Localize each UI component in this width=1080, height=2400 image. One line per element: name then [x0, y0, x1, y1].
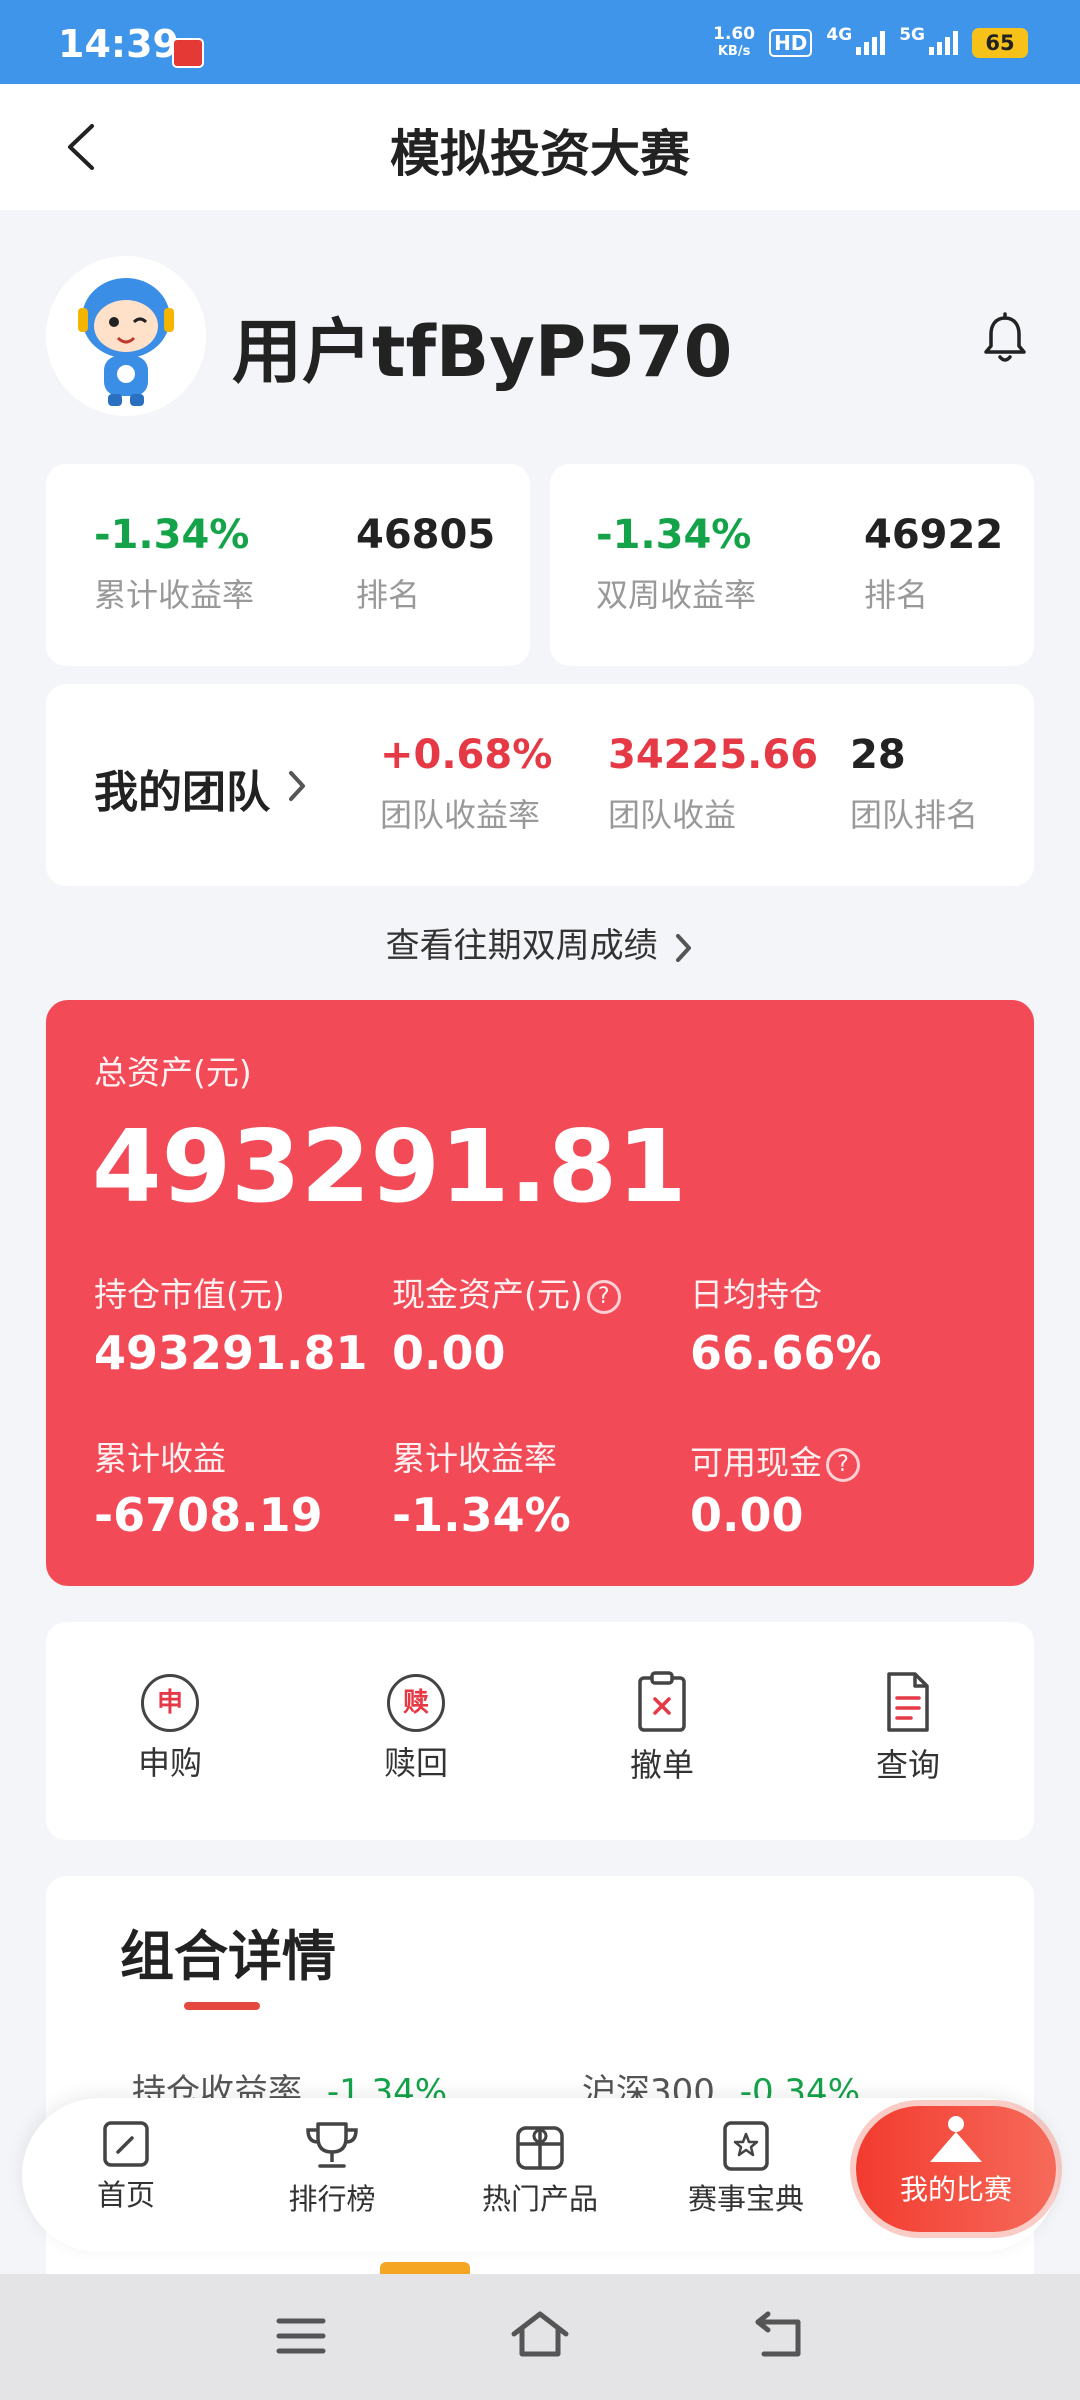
- cumulative-rank-value: 46805: [356, 512, 496, 558]
- team-profit-value: 34225.66: [608, 732, 819, 778]
- nav-guide-label: 赛事宝典: [687, 2182, 804, 2216]
- query-button[interactable]: 查询: [808, 1670, 1008, 1786]
- cancel-order-label: 撤单: [629, 1746, 694, 1784]
- help-icon[interactable]: ?: [826, 1447, 860, 1482]
- menu-icon[interactable]: [276, 2316, 326, 2356]
- team-profit-label: 团队收益: [608, 796, 737, 834]
- cancel-order-button[interactable]: 撤单: [562, 1670, 762, 1786]
- redeem-label: 赎回: [383, 1744, 448, 1782]
- network-speed: 1.60 KB/s: [713, 24, 756, 60]
- trophy-icon: [306, 2122, 358, 2168]
- redeem-icon: 赎: [387, 1674, 445, 1732]
- cumulative-rank-label: 排名: [356, 576, 421, 614]
- cash-assets-label: 现金资产(元): [392, 1275, 583, 1314]
- chevron-right-icon: [289, 771, 305, 801]
- holding-value: 493291.81: [94, 1326, 368, 1380]
- home-icon: [103, 2121, 149, 2167]
- my-team-title: 我的团队: [94, 767, 270, 818]
- nav-hot-products-label: 热门产品: [481, 2182, 598, 2216]
- subscribe-label: 申购: [137, 1744, 202, 1782]
- cumulative-profit-value: -6708.19: [94, 1488, 323, 1542]
- hd-voice-icon: HD: [769, 29, 813, 57]
- total-assets-label: 总资产(元): [94, 1053, 252, 1092]
- avatar[interactable]: [46, 256, 206, 416]
- home-button-icon[interactable]: [510, 2310, 570, 2360]
- subscribe-icon: 申: [141, 1674, 199, 1732]
- gift-box-icon: [516, 2126, 564, 2170]
- signal-5g-icon: [929, 31, 958, 55]
- team-rank-label: 团队排名: [850, 796, 979, 834]
- cumulative-profit-label: 累计收益: [94, 1439, 226, 1478]
- available-cash-label-wrap: 可用现金?: [690, 1436, 860, 1484]
- holding-value-label: 持仓市值(元): [94, 1275, 285, 1314]
- redeem-button[interactable]: 赎 赎回: [316, 1674, 516, 1784]
- tab-underline: [184, 2002, 260, 2010]
- nav-hot-products[interactable]: 热门产品: [460, 2120, 620, 2218]
- team-return-rate-value: +0.68%: [380, 732, 553, 778]
- history-results-label: 查看往期双周成绩: [385, 926, 658, 966]
- status-time: 14:39: [58, 22, 179, 66]
- chevron-right-icon: [676, 933, 692, 962]
- help-icon[interactable]: ?: [586, 1279, 621, 1314]
- nav-my-contest-label: 我的比赛: [899, 2173, 1012, 2206]
- biweekly-rank-label: 排名: [864, 576, 929, 614]
- mascot-avatar-icon: [46, 256, 206, 416]
- total-assets-value: 493291.81: [92, 1108, 687, 1225]
- nav-home-label: 首页: [96, 2178, 155, 2212]
- cumulative-return-value: -1.34%: [94, 512, 250, 558]
- signal-4g-icon: [856, 31, 886, 55]
- available-cash-value: 0.00: [690, 1488, 804, 1542]
- nav-guide[interactable]: 赛事宝典: [666, 2120, 826, 2218]
- app-header: 模拟投资大赛: [0, 84, 1080, 210]
- history-results-link[interactable]: 查看往期双周成绩: [0, 918, 1080, 967]
- document-search-icon: [887, 1672, 929, 1732]
- battery-icon: 65: [972, 28, 1028, 58]
- back-button-icon[interactable]: [754, 2310, 804, 2360]
- subscribe-button[interactable]: 申 申购: [70, 1674, 270, 1784]
- avg-daily-position-label: 日均持仓: [690, 1275, 822, 1314]
- avg-daily-position-value: 66.66%: [690, 1326, 882, 1380]
- nav-my-contest[interactable]: 我的比赛: [856, 2106, 1056, 2232]
- page-title: 模拟投资大赛: [390, 125, 690, 183]
- system-nav-bar: [0, 2274, 1080, 2400]
- nav-leaderboard[interactable]: 排行榜: [252, 2120, 412, 2218]
- network-4g-label: 4G: [826, 25, 853, 45]
- status-bar: 14:39 1.60 KB/s HD 4G 5G 65: [0, 0, 1080, 84]
- cumulative-return-label: 累计收益率: [94, 576, 255, 614]
- nav-leaderboard-label: 排行榜: [288, 2182, 376, 2216]
- cumulative-return-rate-value: -1.34%: [392, 1488, 571, 1542]
- team-rank-value: 28: [850, 732, 906, 778]
- clipboard-cancel-icon: [638, 1671, 686, 1732]
- star-book-icon: [723, 2121, 769, 2171]
- nav-home[interactable]: 首页: [46, 2120, 206, 2214]
- cash-assets-label-wrap: 现金资产(元)?: [392, 1268, 621, 1316]
- my-contest-icon: [930, 2116, 982, 2162]
- cumulative-return-card[interactable]: -1.34% 累计收益率 46805 排名: [46, 464, 530, 666]
- available-cash-label: 可用现金: [690, 1443, 822, 1482]
- status-indicators: 1.60 KB/s HD 4G 5G 65: [713, 24, 1028, 60]
- cumulative-return-rate-label: 累计收益率: [392, 1439, 557, 1478]
- team-return-rate-label: 团队收益率: [380, 796, 541, 834]
- my-team-card[interactable]: 我的团队 +0.68% 团队收益率 34225.66 团队收益 28 团队排名: [46, 684, 1034, 886]
- biweekly-return-label: 双周收益率: [596, 576, 757, 614]
- query-label: 查询: [875, 1746, 940, 1784]
- network-5g-label: 5G: [899, 25, 925, 45]
- total-assets-card: 总资产(元) 493291.81 持仓市值(元) 493291.81 现金资产(…: [46, 1000, 1034, 1586]
- bell-icon[interactable]: [980, 312, 1030, 366]
- biweekly-return-value: -1.34%: [596, 512, 752, 558]
- biweekly-return-card[interactable]: -1.34% 双周收益率 46922 排名: [550, 464, 1034, 666]
- username: 用户tfByP570: [232, 311, 733, 393]
- cash-assets-value: 0.00: [392, 1326, 506, 1380]
- portfolio-details-title: 组合详情: [120, 1925, 336, 1988]
- app-notification-icon: [172, 38, 204, 68]
- trade-actions-card: 申 申购 赎 赎回 撤单 查询: [46, 1622, 1034, 1840]
- biweekly-rank-value: 46922: [864, 512, 1004, 558]
